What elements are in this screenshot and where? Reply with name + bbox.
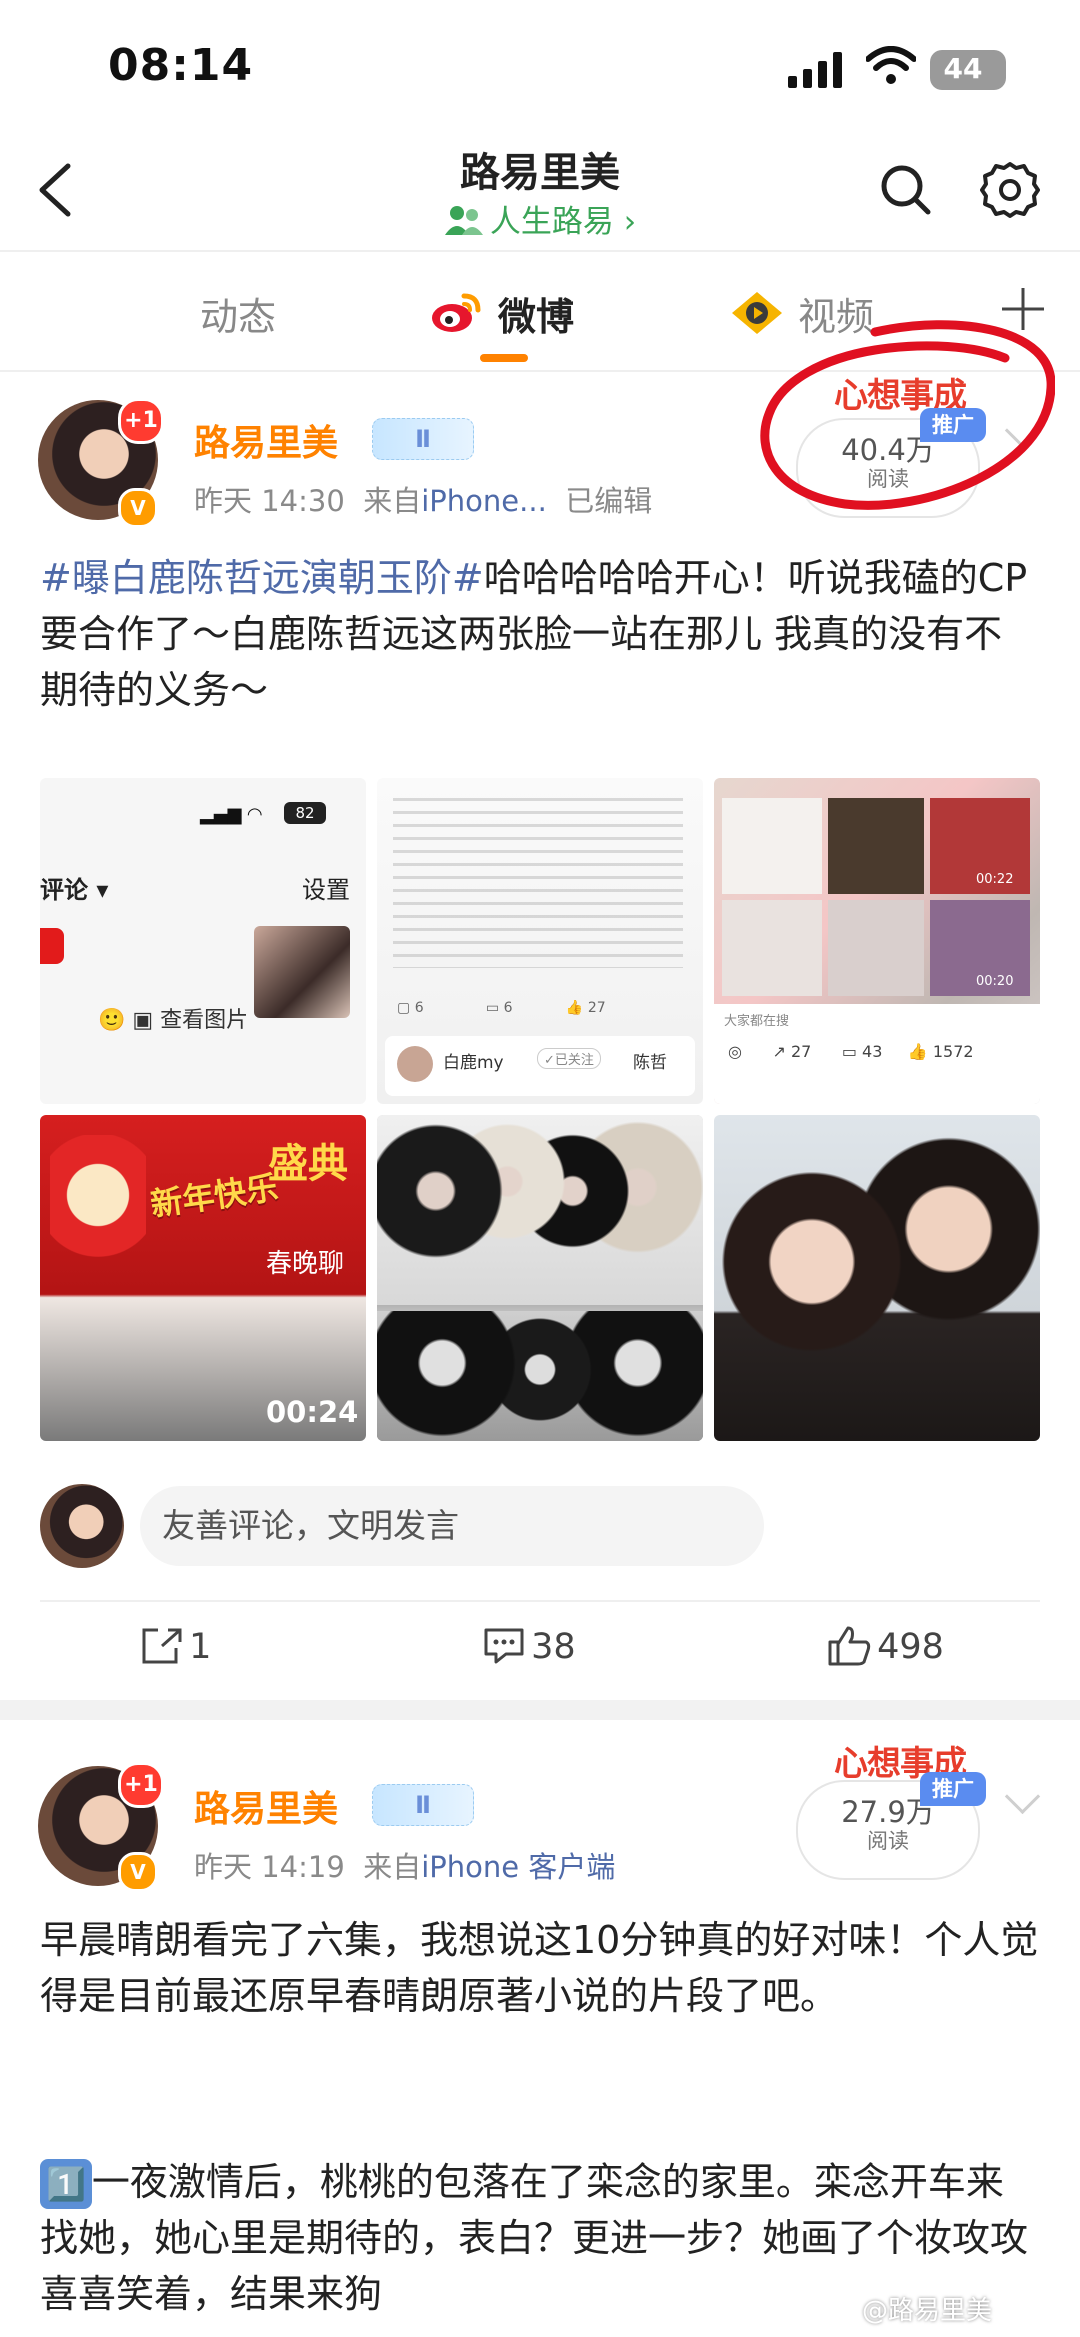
people-icon <box>444 206 483 235</box>
tab-active-indicator <box>480 354 528 362</box>
media-thumbnail[interactable]: ▂▄▆ ◠ 82 评论 ▾ 设置 🙂 ▣ 查看图片 <box>40 778 366 1104</box>
level-badge: Ⅱ <box>372 1784 474 1826</box>
verified-badge-icon: V <box>118 1852 158 1892</box>
thumb-battery: 82 <box>284 802 326 824</box>
source-prefix: 来自 <box>363 484 422 518</box>
thumb-red-mark <box>40 928 64 964</box>
tab-dynamic[interactable]: 动态 <box>200 286 276 341</box>
thumb-text-lines <box>393 798 683 968</box>
edited-label: 已编辑 <box>565 484 653 518</box>
wifi-icon <box>866 46 916 84</box>
status-time: 08:14 <box>108 40 254 91</box>
subtitle-chevron: › <box>623 204 637 240</box>
dragon-mascot <box>50 1135 146 1285</box>
post-menu-chevron-icon[interactable] <box>1004 1778 1041 1815</box>
comment-count: 38 <box>531 1627 576 1667</box>
thumb-duration: 00:20 <box>976 974 1014 989</box>
post-source[interactable]: iPhone 客户端 <box>421 1850 615 1884</box>
thumb-photo <box>254 926 350 1018</box>
thumb-user-name-2: 陈哲 <box>633 1053 667 1073</box>
post-time: 昨天 14:30 <box>194 484 345 518</box>
thumb-user-avatar <box>397 1046 433 1082</box>
post-hashtag[interactable]: #曝白鹿陈哲远演朝玉阶# <box>40 556 484 600</box>
header-divider <box>0 250 1080 252</box>
battery-level: 44 <box>943 52 983 85</box>
cellular-signal-icon <box>788 52 842 88</box>
thumb-cell <box>828 900 924 996</box>
media-thumbnail[interactable] <box>377 1115 703 1441</box>
post-time: 昨天 14:19 <box>194 1850 345 1884</box>
thumb-bw-photo <box>377 1311 703 1441</box>
thumb-duration: 00:22 <box>976 872 1014 887</box>
media-thumbnail[interactable] <box>714 1115 1040 1441</box>
tab-weibo[interactable]: 微博 <box>498 286 574 341</box>
thumb-follow-tag: ✓已关注 <box>537 1048 601 1069</box>
comment-button[interactable]: 38 <box>482 1626 576 1667</box>
thumb-banner-text: 盛典 <box>268 1141 348 1187</box>
thumb-footer-link: 查看图片 <box>160 1008 249 1033</box>
post-username[interactable]: 路易里美 <box>194 414 338 466</box>
thumb-header-action: 设置 <box>302 876 350 904</box>
thumb-count-row: ◎ ↗ 27 ▭ 43 👍 1572 <box>728 1042 974 1061</box>
thumb-status-signal: ▂▄▆ ◠ <box>200 804 262 825</box>
thumb-user-name: 白鹿my <box>443 1053 504 1073</box>
actions-divider <box>40 1600 1040 1602</box>
post-body: 早晨晴朗看完了六集，我想说这10分钟真的好对味！个人觉得是目前最还原早春晴朗原著… <box>40 1918 1039 2018</box>
thumb-footer-text: 🙂 ▣ 查看图片 <box>98 1008 249 1033</box>
thumb-group-photo <box>377 1115 703 1305</box>
source-prefix: 来自 <box>363 1850 422 1884</box>
like-button[interactable]: 498 <box>826 1624 944 1667</box>
thumb-cell <box>828 798 924 894</box>
post-source[interactable]: iPhone... <box>421 484 547 518</box>
comment-input[interactable]: 友善评论，文明发言 <box>140 1486 764 1566</box>
post-meta: 昨天 14:30 来自iPhone... 已编辑 <box>194 478 652 520</box>
comment-icon <box>484 1628 524 1664</box>
thumb-cell <box>722 900 822 996</box>
media-thumbnail[interactable]: 00:22 00:20 大家都在搜 ◎ ↗ 27 ▭ 43 👍 1572 <box>714 778 1040 1104</box>
video-thumbnail[interactable]: 新年快乐 盛典 春晚聊 00:24 <box>40 1115 366 1441</box>
thumb-count-row: ▢ 6 ▭ 6 👍 27 <box>397 1000 606 1016</box>
verified-badge-icon: V <box>118 488 158 528</box>
level-badge: Ⅱ <box>372 418 474 460</box>
post-meta: 昨天 14:19 来自iPhone 客户端 <box>194 1844 615 1886</box>
avatar-notification-badge: +1 <box>118 1762 164 1808</box>
search-icon[interactable] <box>878 162 934 218</box>
subtitle-text: 人生路易 <box>489 204 614 240</box>
weibo-logo-icon <box>432 293 481 332</box>
gear-icon[interactable] <box>980 160 1040 220</box>
media-thumbnail[interactable]: ▢ 6 ▭ 6 👍 27 白鹿my ✓已关注 陈哲 <box>377 778 703 1104</box>
promo-tag: 推广 <box>920 1772 986 1806</box>
share-icon <box>142 1628 182 1664</box>
thumbs-up-icon <box>828 1626 871 1666</box>
watermark: @路易里美 <box>862 2296 993 2326</box>
post-username[interactable]: 路易里美 <box>194 1780 338 1832</box>
share-count: 1 <box>189 1627 212 1667</box>
battery-nub <box>1000 62 1006 78</box>
number-one-icon: 1️⃣ <box>40 2159 92 2209</box>
thumb-cell <box>722 798 822 894</box>
avatar-notification-badge: +1 <box>118 398 164 444</box>
thumb-header-title: 评论 ▾ <box>40 876 109 904</box>
video-duration: 00:24 <box>266 1395 359 1429</box>
thumb-banner-text: 春晚聊 <box>266 1249 345 1279</box>
like-count: 498 <box>877 1627 944 1667</box>
post-separator <box>0 1700 1080 1720</box>
post-body: #曝白鹿陈哲远演朝玉阶#哈哈哈哈哈开心！听说我磕的CP要合作了～白鹿陈哲远这两张… <box>40 550 1040 718</box>
share-button[interactable]: 1 <box>140 1626 211 1667</box>
thumb-banner-text: 新年快乐 <box>148 1168 281 1224</box>
comment-avatar <box>40 1484 124 1568</box>
annotation-circle <box>760 320 1055 510</box>
read-label: 阅读 <box>867 1829 909 1853</box>
thumb-footer-label: 大家都在搜 <box>724 1014 790 1029</box>
